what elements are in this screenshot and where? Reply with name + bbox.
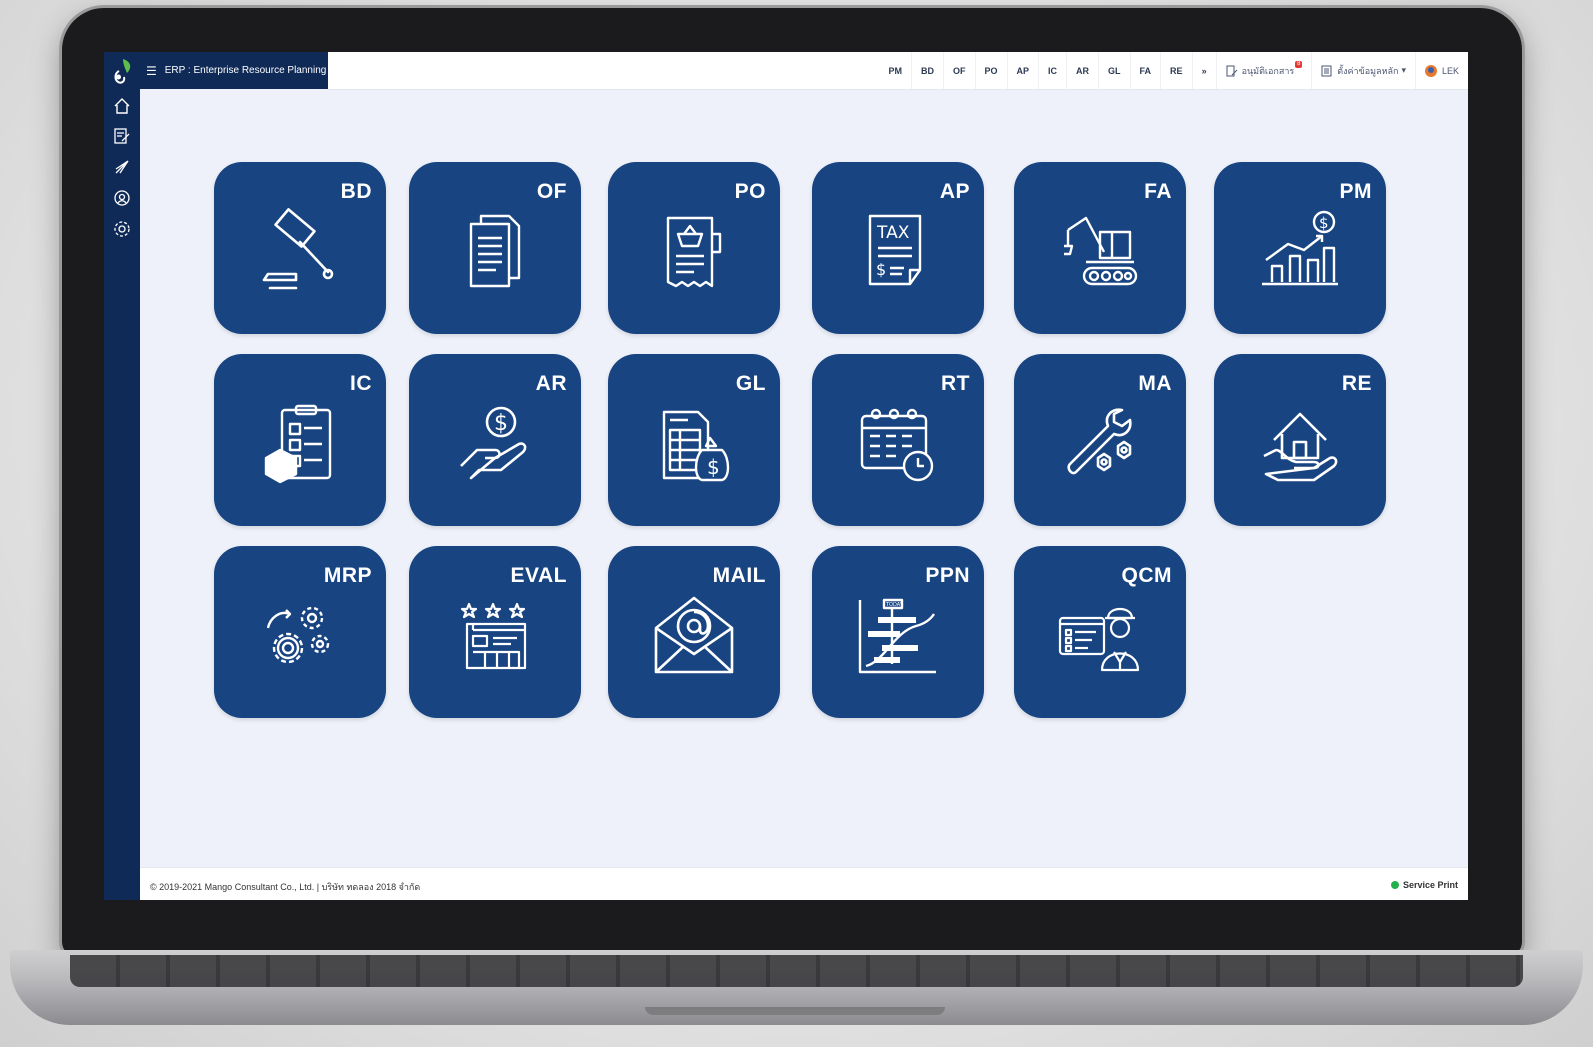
- topnav-pm[interactable]: PM: [880, 52, 912, 89]
- topnav-bd[interactable]: BD: [911, 52, 943, 89]
- excavator-icon: [1064, 216, 1138, 286]
- laptop-notch: [645, 1007, 945, 1015]
- support-icon[interactable]: [112, 188, 132, 208]
- module-tile-ic[interactable]: IC: [214, 354, 386, 526]
- module-code: PPN: [925, 564, 970, 587]
- footer: © 2019-2021 Mango Consultant Co., Ltd. |…: [140, 867, 1468, 900]
- tax-invoice-icon: TAX $: [868, 214, 922, 286]
- topnav-fa[interactable]: FA: [1129, 52, 1161, 89]
- app-screen: ☰ ERP : Enterprise Resource Planning PM …: [104, 52, 1468, 900]
- module-code: FA: [1144, 180, 1172, 203]
- avatar: [1424, 64, 1437, 77]
- module-tile-of[interactable]: OF: [409, 162, 581, 334]
- wrench-icon: [1067, 408, 1132, 475]
- module-code: MAIL: [712, 564, 766, 587]
- home-icon[interactable]: [112, 96, 132, 116]
- quality-engineer-icon: [1058, 607, 1140, 672]
- topnav-ic[interactable]: IC: [1038, 52, 1066, 89]
- module-tile-qcm[interactable]: QCM: [1014, 546, 1186, 718]
- sidebar: [104, 52, 140, 900]
- app-title: ERP : Enterprise Resource Planning: [164, 65, 327, 76]
- module-tile-mail[interactable]: MAIL: [608, 546, 780, 718]
- ledger-moneybag-icon: $: [662, 410, 730, 482]
- rating-form-icon: [460, 602, 527, 670]
- module-code: IC: [350, 372, 372, 395]
- topnav-gl[interactable]: GL: [1098, 52, 1130, 89]
- module-tile-eval[interactable]: EVAL: [409, 546, 581, 718]
- module-code: QCM: [1121, 564, 1172, 587]
- module-tile-fa[interactable]: FA: [1014, 162, 1186, 334]
- module-tile-po[interactable]: PO: [608, 162, 780, 334]
- master-data-menu[interactable]: ตั้งค่าข้อมูลหลัก ▾: [1311, 52, 1415, 89]
- svg-text:TODAY: TODAY: [885, 602, 904, 608]
- gantt-chart-icon: TODAY: [858, 598, 936, 674]
- module-tile-ppn[interactable]: PPN TODAY: [812, 546, 984, 718]
- gavel-icon: [262, 208, 334, 290]
- topnav-ar[interactable]: AR: [1066, 52, 1098, 89]
- gear-icon[interactable]: [112, 219, 132, 239]
- module-code: RE: [1341, 372, 1372, 395]
- double-chevron-down-icon[interactable]: »: [1191, 52, 1216, 89]
- module-tile-bd[interactable]: BD: [214, 162, 386, 334]
- module-tile-pm[interactable]: PM $: [1214, 162, 1386, 334]
- approve-docs-badge: 8: [1295, 61, 1303, 68]
- document-list-icon: [1321, 65, 1332, 76]
- user-name: LEK: [1441, 65, 1459, 76]
- growth-chart-icon: $: [1262, 210, 1338, 286]
- topnav-of[interactable]: OF: [943, 52, 975, 89]
- hand-coin-icon: $: [460, 406, 527, 480]
- service-print-status[interactable]: Service Print: [1390, 880, 1458, 890]
- module-code: BD: [340, 180, 372, 203]
- module-tile-re[interactable]: RE: [1214, 354, 1386, 526]
- brand-bar: ☰ ERP : Enterprise Resource Planning: [140, 52, 328, 89]
- topnav-po[interactable]: PO: [974, 52, 1007, 89]
- house-hand-icon: [1263, 412, 1338, 482]
- module-tile-ap[interactable]: AP TAX $: [812, 162, 984, 334]
- svg-text:$: $: [494, 411, 508, 436]
- module-code: OF: [536, 180, 567, 203]
- module-code: AR: [535, 372, 567, 395]
- inventory-clipboard-icon: [264, 404, 332, 484]
- mail-icon: [654, 596, 734, 674]
- top-bar: PM BD OF PO AP IC AR GL FA RE » อนุมัติเ…: [328, 52, 1468, 90]
- module-code: AP: [939, 180, 970, 203]
- mango-logo-icon[interactable]: [110, 57, 136, 87]
- svg-text:TAX: TAX: [876, 223, 910, 243]
- module-tile-rt[interactable]: RT: [812, 354, 984, 526]
- approve-docs-menu[interactable]: อนุมัติเอกสาร 8: [1215, 52, 1312, 89]
- module-code: MRP: [323, 564, 372, 587]
- module-code: PO: [734, 180, 766, 203]
- caret-down-icon: ▾: [1401, 65, 1406, 75]
- rocket-icon[interactable]: [112, 157, 132, 177]
- svg-text:$: $: [1319, 214, 1329, 232]
- purchase-order-icon: [666, 216, 722, 288]
- copyright-text: © 2019-2021 Mango Consultant Co., Ltd. |…: [150, 882, 421, 892]
- service-print-label: Service Print: [1402, 880, 1458, 890]
- document-edit-icon: [1226, 65, 1237, 76]
- module-code: GL: [735, 372, 766, 395]
- module-code: PM: [1339, 180, 1372, 203]
- top-nav: PM BD OF PO AP IC AR GL FA RE » อนุมัติเ…: [880, 52, 1469, 89]
- documents-icon: [469, 214, 521, 288]
- gears-icon: [266, 606, 330, 664]
- module-code: RT: [941, 372, 970, 395]
- keyboard: [70, 955, 1523, 987]
- document-edit-icon[interactable]: [112, 126, 132, 146]
- master-data-label: ตั้งค่าข้อมูลหลัก: [1337, 65, 1399, 76]
- svg-text:$: $: [707, 455, 720, 479]
- topnav-re[interactable]: RE: [1160, 52, 1192, 89]
- status-dot: [1390, 881, 1399, 889]
- module-tile-gl[interactable]: GL $: [608, 354, 780, 526]
- approve-docs-label: อนุมัติเอกสาร: [1241, 65, 1295, 76]
- module-code: EVAL: [510, 564, 567, 587]
- hamburger-menu-icon[interactable]: ☰: [146, 64, 157, 78]
- module-tile-ar[interactable]: AR $: [409, 354, 581, 526]
- module-tile-ma[interactable]: MA: [1014, 354, 1186, 526]
- svg-text:$: $: [876, 260, 886, 279]
- module-code: MA: [1138, 372, 1172, 395]
- topnav-ap[interactable]: AP: [1006, 52, 1039, 89]
- module-tile-mrp[interactable]: MRP: [214, 546, 386, 718]
- calendar-clock-icon: [860, 408, 934, 482]
- user-menu[interactable]: LEK: [1414, 52, 1468, 89]
